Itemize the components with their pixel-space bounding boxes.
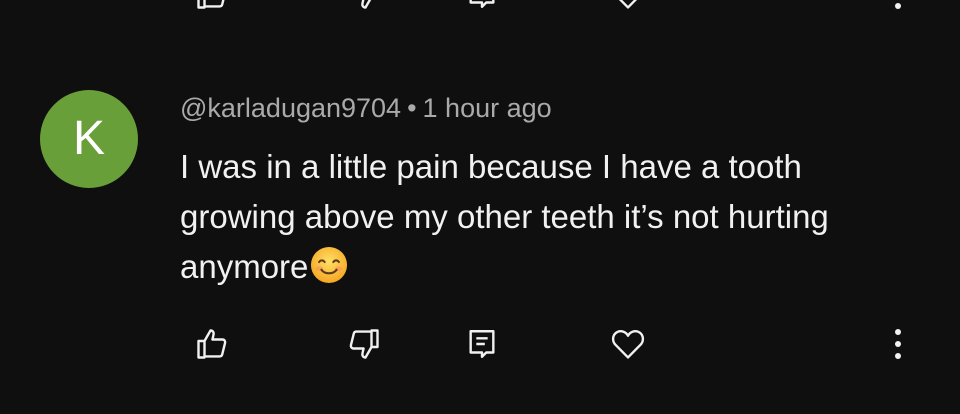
avatar-letter: K [72, 112, 105, 165]
like-button[interactable] [190, 0, 234, 16]
comment-actions [0, 322, 960, 372]
thumbs-down-icon [361, 0, 372, 9]
reply-comment-icon [469, 0, 495, 8]
more-options-button[interactable] [876, 0, 920, 16]
reply-button[interactable] [460, 322, 504, 366]
avatar[interactable]: K [40, 90, 138, 188]
comment-text: I was in a little pain because I have a … [180, 148, 829, 285]
heart-button[interactable] [606, 0, 650, 16]
like-button[interactable] [190, 322, 234, 366]
more-options-button[interactable] [876, 322, 920, 366]
author-handle[interactable]: @karladugan9704 [180, 93, 401, 123]
reply-comment-icon [469, 330, 495, 358]
previous-comment-actions [0, 0, 960, 22]
smiling-face-emoji-icon [311, 246, 348, 284]
more-vertical-icon [895, 3, 901, 9]
comment-meta: @karladugan9704 • 1 hour ago [180, 91, 552, 125]
thumbs-down-icon [349, 329, 379, 359]
heart-icon [618, 0, 638, 9]
thumbs-up-icon [197, 0, 225, 9]
reply-button[interactable] [460, 0, 504, 16]
comment-body: I was in a little pain because I have a … [180, 142, 920, 292]
meta-separator: • [407, 93, 417, 123]
heart-button[interactable] [606, 322, 650, 366]
comment-timestamp[interactable]: 1 hour ago [423, 93, 552, 123]
more-vertical-icon [895, 329, 901, 359]
dislike-button[interactable] [342, 322, 386, 366]
thumbs-up-icon [197, 329, 227, 359]
heart-icon [611, 329, 645, 359]
dislike-button[interactable] [342, 0, 386, 16]
